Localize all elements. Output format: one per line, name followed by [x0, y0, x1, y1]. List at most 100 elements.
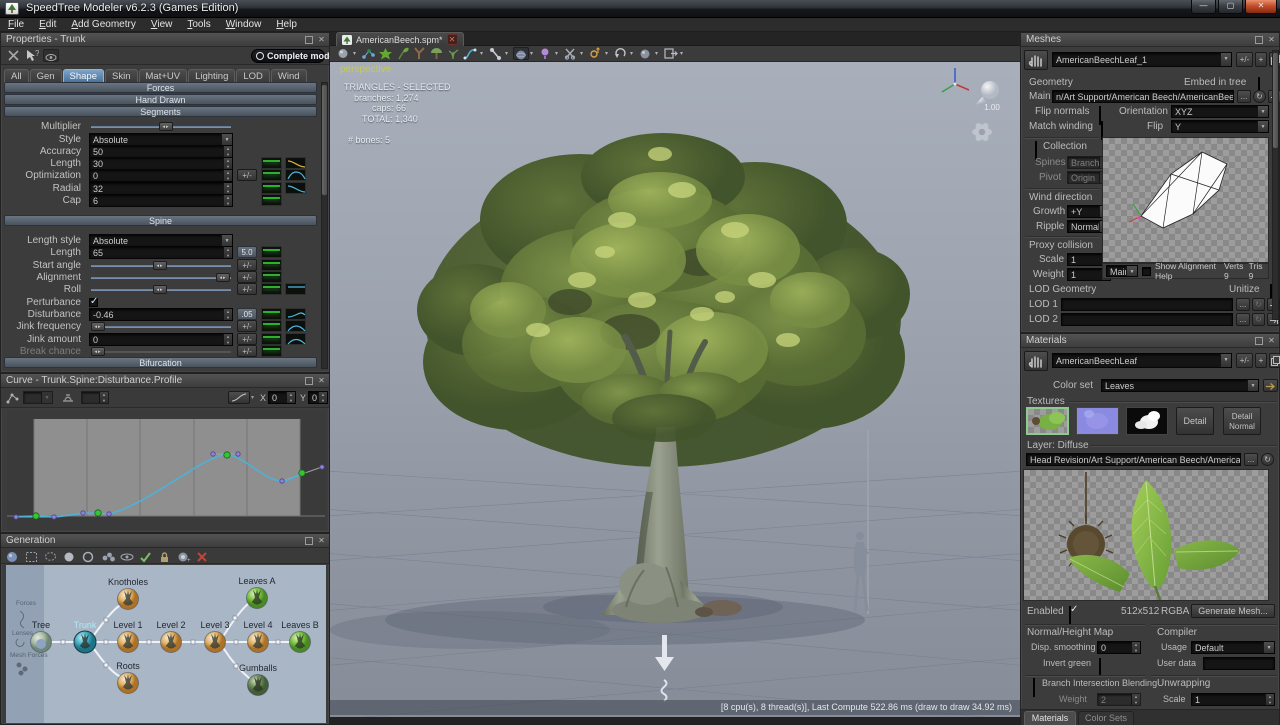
- menu-view[interactable]: View: [151, 19, 173, 30]
- dropdown-caret-icon[interactable]: [630, 50, 637, 57]
- menu-edit[interactable]: Edit: [39, 19, 56, 30]
- meshes-panel-header[interactable]: Meshes ✕: [1021, 33, 1279, 47]
- texture-preview[interactable]: [1023, 469, 1269, 601]
- parent-curve-chip[interactable]: [261, 169, 282, 181]
- preview-lod-dropdown[interactable]: Main: [1106, 265, 1138, 277]
- dropdown-caret-icon[interactable]: [1263, 641, 1275, 654]
- profile-curve-chip[interactable]: [285, 333, 306, 345]
- float-panel-icon[interactable]: [1255, 36, 1263, 44]
- menu-tools[interactable]: Tools: [187, 19, 210, 30]
- browse-button[interactable]: ...: [1236, 313, 1250, 326]
- dropdown-caret-icon[interactable]: [1220, 353, 1232, 368]
- sphere-display-icon[interactable]: [513, 47, 529, 60]
- spline-tool-icon[interactable]: [463, 47, 479, 60]
- browse-button[interactable]: ...: [1236, 298, 1250, 311]
- main-obj-field[interactable]: n/Art Support/American Beech/AmericanBee…: [1052, 90, 1234, 103]
- add-mesh-button[interactable]: +: [1255, 52, 1267, 67]
- node-trunk[interactable]: Trunk: [74, 620, 97, 653]
- tab-materials-bottom[interactable]: Materials: [1024, 711, 1076, 725]
- plant-tool-icon[interactable]: [446, 47, 462, 60]
- variance-button[interactable]: +/-: [237, 333, 257, 345]
- spinner[interactable]: [1265, 693, 1275, 706]
- parent-curve-chip[interactable]: [261, 308, 282, 320]
- slider-handle[interactable]: [159, 122, 173, 131]
- viewport-canvas[interactable]: 1.00 perspective TRIANGLES - SELECTED br…: [330, 62, 1020, 717]
- light-tool-icon[interactable]: [538, 47, 554, 60]
- menu-file[interactable]: File: [8, 19, 24, 30]
- browse-button[interactable]: ...: [1244, 453, 1258, 466]
- context-help-icon[interactable]: ?: [25, 49, 39, 67]
- parent-curve-chip[interactable]: [261, 320, 282, 332]
- material-selector-dropdown[interactable]: AmericanBeechLeaf: [1052, 353, 1232, 368]
- profile-curve-chip[interactable]: [285, 308, 306, 320]
- parent-curve-chip[interactable]: [261, 182, 282, 194]
- light-widget[interactable]: 1.00: [975, 81, 1000, 112]
- lod2-field[interactable]: [1061, 313, 1233, 326]
- optimization-field[interactable]: 0: [89, 169, 233, 182]
- variance-button[interactable]: +/-: [237, 283, 257, 295]
- normal-texture-thumb[interactable]: [1076, 407, 1119, 435]
- parent-curve-chip[interactable]: [261, 259, 282, 271]
- lasso-select-icon[interactable]: [44, 550, 59, 562]
- diffuse-texture-thumb[interactable]: [1026, 407, 1069, 435]
- document-tab[interactable]: AmericanBeech.spm* ✕: [336, 32, 464, 46]
- profile-curve-chip[interactable]: [285, 157, 306, 169]
- profile-curve-chip[interactable]: [285, 320, 306, 332]
- wind-fan-widget[interactable]: [972, 121, 992, 143]
- mesh-preview[interactable]: [1102, 137, 1269, 263]
- dropdown-caret-icon[interactable]: [1257, 120, 1269, 133]
- show-alignment-checkbox[interactable]: [1142, 267, 1151, 276]
- delete-icon[interactable]: [7, 49, 20, 67]
- properties-scrollbar[interactable]: [321, 82, 328, 369]
- dropdown-caret-icon[interactable]: [655, 50, 662, 57]
- bib-weight-field[interactable]: 2: [1097, 693, 1141, 706]
- layer-path-field[interactable]: Head Revision/Art Support/American Beech…: [1026, 453, 1241, 466]
- export-tool-icon[interactable]: [663, 47, 679, 60]
- step-size-button[interactable]: .05: [237, 308, 257, 320]
- section-bifurcation[interactable]: Bifurcation: [4, 357, 317, 368]
- detail-normal-texture-button[interactable]: Detail Normal: [1223, 407, 1261, 435]
- preset-caret-icon[interactable]: ▾: [251, 394, 254, 401]
- usage-dropdown[interactable]: Default: [1191, 641, 1275, 654]
- slider-handle[interactable]: [153, 285, 167, 294]
- curve-preset-button[interactable]: [228, 391, 250, 404]
- prune-tool-icon[interactable]: [563, 47, 579, 60]
- parent-curve-chip[interactable]: [261, 271, 282, 283]
- reload-button[interactable]: ↻: [1261, 453, 1274, 466]
- eye-icon[interactable]: [43, 49, 59, 62]
- check-icon[interactable]: [139, 550, 154, 562]
- enabled-checkbox[interactable]: [1069, 606, 1071, 625]
- section-spine[interactable]: Spine: [4, 215, 317, 226]
- multiplier-slider[interactable]: [89, 120, 233, 133]
- generation-graph[interactable]: Forces Lenses Mesh Forces Tree Trunk: [6, 565, 326, 723]
- generate-mesh-button[interactable]: Generate Mesh...: [1191, 604, 1275, 618]
- parent-curve-chip[interactable]: [261, 283, 282, 295]
- float-panel-icon[interactable]: [305, 36, 313, 44]
- disp-smoothing-field[interactable]: 0: [1097, 641, 1141, 654]
- curve-panel-header[interactable]: Curve - Trunk.Spine:Disturbance.Profile …: [1, 374, 329, 388]
- dropdown-caret-icon[interactable]: [555, 50, 562, 57]
- dropdown-caret-icon[interactable]: [1257, 105, 1269, 118]
- close-panel-icon[interactable]: ✕: [1267, 336, 1276, 345]
- variance-button[interactable]: +/-: [237, 271, 257, 283]
- detail-texture-button[interactable]: Detail: [1176, 407, 1214, 435]
- mesh-selector-dropdown[interactable]: AmericanBeechLeaf_1: [1052, 52, 1232, 67]
- leaf-tool-icon[interactable]: [378, 47, 394, 60]
- variance-button[interactable]: +/-: [237, 320, 257, 332]
- opacity-texture-thumb[interactable]: [1126, 407, 1168, 435]
- undo-view-icon[interactable]: [613, 47, 629, 60]
- material-ball-icon[interactable]: [638, 47, 654, 60]
- spinner[interactable]: [223, 194, 233, 207]
- color-set-dropdown[interactable]: Leaves: [1101, 379, 1259, 392]
- snapshot-icon[interactable]: +: [177, 550, 192, 562]
- branch-tool-icon[interactable]: [412, 47, 428, 60]
- camera-mode-label[interactable]: perspective: [340, 64, 391, 75]
- dropdown-caret-icon[interactable]: [580, 50, 587, 57]
- lock-icon[interactable]: [158, 550, 173, 562]
- perturbance-checkbox[interactable]: [89, 298, 98, 307]
- float-panel-icon[interactable]: [1255, 337, 1263, 345]
- menu-window[interactable]: Window: [226, 19, 262, 30]
- add-remove-material-button[interactable]: +/-: [1236, 353, 1253, 368]
- section-hand-drawn[interactable]: Hand Drawn: [4, 94, 317, 105]
- parent-curve-chip[interactable]: [261, 194, 282, 206]
